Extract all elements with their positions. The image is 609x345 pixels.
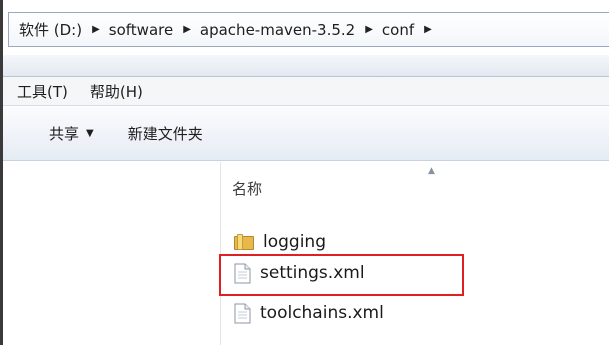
column-header-name[interactable]: 名称 <box>232 178 262 199</box>
share-label: 共享 <box>49 124 80 143</box>
breadcrumb-conf[interactable]: conf <box>382 21 414 39</box>
breadcrumb-separator-icon[interactable]: ▶ <box>365 24 373 35</box>
sort-ascending-icon: ▲ <box>428 166 435 176</box>
menu-help[interactable]: 帮助(H) <box>90 81 143 102</box>
breadcrumb-drive[interactable]: 软件 (D:) <box>19 19 82 40</box>
breadcrumb-separator-icon[interactable]: ▶ <box>183 24 191 35</box>
breadcrumb-separator-icon[interactable]: ▶ <box>92 24 100 35</box>
folder-icon <box>234 234 254 250</box>
address-bar[interactable]: 软件 (D:) ▶ software ▶ apache-maven-3.5.2 … <box>8 12 609 47</box>
breadcrumb-software[interactable]: software <box>109 21 173 39</box>
file-name: logging <box>263 232 326 252</box>
list-item[interactable]: logging <box>234 229 326 255</box>
share-button[interactable]: 共享 ▼ <box>49 123 94 144</box>
xml-file-icon <box>234 303 251 323</box>
navigation-pane[interactable] <box>3 162 221 345</box>
highlight-annotation <box>219 254 464 296</box>
menu-bar: 工具(T) 帮助(H) <box>3 77 609 106</box>
file-name: toolchains.xml <box>260 303 384 323</box>
new-folder-button[interactable]: 新建文件夹 <box>128 123 203 144</box>
command-bar: 共享 ▼ 新建文件夹 <box>3 106 609 161</box>
breadcrumb-separator-icon[interactable]: ▶ <box>424 24 432 35</box>
breadcrumb-apache-maven[interactable]: apache-maven-3.5.2 <box>200 21 355 39</box>
menu-tools[interactable]: 工具(T) <box>17 81 68 102</box>
toolbar-strip <box>3 55 609 77</box>
chevron-down-icon: ▼ <box>86 127 94 139</box>
list-item[interactable]: toolchains.xml <box>234 300 384 326</box>
